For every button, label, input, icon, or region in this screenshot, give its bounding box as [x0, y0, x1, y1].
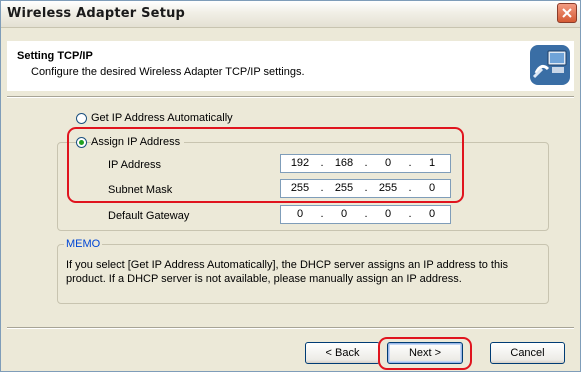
window-title: Wireless Adapter Setup	[7, 6, 186, 21]
octet-dot: .	[408, 208, 412, 220]
memo-text: If you select [Get IP Address Automatica…	[66, 259, 509, 285]
assign-ip-highlight	[67, 127, 464, 203]
auto-ip-radio[interactable]	[76, 113, 87, 124]
cancel-button-label: Cancel	[510, 347, 545, 359]
octet-dot: .	[320, 208, 324, 220]
network-computer-icon	[530, 45, 570, 85]
gateway-octet-4: 0	[428, 208, 436, 220]
auto-ip-label[interactable]: Get IP Address Automatically	[91, 112, 233, 124]
back-button-label: < Back	[325, 347, 360, 359]
title-bar: Wireless Adapter Setup	[1, 1, 580, 28]
header-subtitle: Configure the desired Wireless Adapter T…	[31, 66, 305, 78]
octet-dot: .	[364, 208, 368, 220]
close-icon	[562, 8, 572, 18]
header-separator	[7, 96, 574, 98]
next-button-highlight	[378, 337, 472, 370]
gateway-octet-3: 0	[384, 208, 392, 220]
setup-window: Wireless Adapter Setup Setting TCP/IP Co…	[0, 0, 581, 372]
gateway-octet-2: 0	[340, 208, 348, 220]
gateway-octet-1: 0	[296, 208, 304, 220]
header-title: Setting TCP/IP	[17, 50, 93, 62]
back-button[interactable]: < Back	[305, 342, 380, 364]
footer-separator	[7, 327, 574, 329]
close-button[interactable]	[557, 3, 577, 23]
memo-title: MEMO	[64, 238, 103, 250]
default-gateway-label: Default Gateway	[108, 210, 190, 222]
cancel-button[interactable]: Cancel	[490, 342, 565, 364]
wizard-header: Setting TCP/IP Configure the desired Wir…	[7, 41, 574, 91]
default-gateway-field[interactable]: 0 . 0 . 0 . 0	[280, 205, 451, 224]
